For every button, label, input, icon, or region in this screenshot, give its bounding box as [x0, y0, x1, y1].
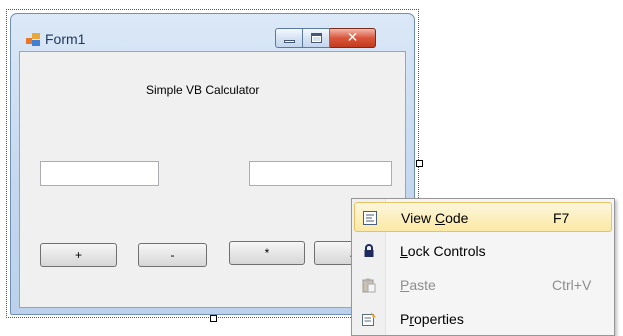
maximize-icon	[311, 33, 322, 43]
lock-icon	[364, 244, 374, 257]
menu-item-paste[interactable]: Paste Ctrl+V	[354, 270, 612, 300]
shortcut-paste: Ctrl+V	[552, 277, 592, 293]
subtract-button[interactable]: -	[138, 243, 207, 267]
resize-grip-bottom[interactable]	[210, 315, 217, 322]
menu-item-view-code[interactable]: View Code F7	[354, 202, 612, 232]
shortcut-view-code: F7	[553, 210, 570, 226]
close-button[interactable]: ✕	[330, 28, 376, 48]
resize-grip-right[interactable]	[416, 160, 423, 167]
properties-icon	[362, 312, 376, 326]
title-bar[interactable]: Form1 ✕	[11, 14, 414, 50]
menu-item-lock-controls[interactable]: Lock Controls	[354, 236, 612, 266]
paste-icon	[362, 278, 376, 293]
window-title: Form1	[45, 31, 86, 47]
form-client-area[interactable]: Simple VB Calculator + - * /	[19, 51, 406, 308]
calculator-heading: Simple VB Calculator	[146, 83, 260, 97]
minimize-icon	[284, 40, 295, 43]
maximize-button[interactable]	[303, 28, 330, 48]
close-icon: ✕	[346, 30, 359, 46]
context-menu: View Code F7 Lock Controls Paste Ctrl+V …	[351, 198, 615, 336]
first-number-textbox[interactable]	[40, 161, 159, 186]
menu-item-properties[interactable]: Properties	[354, 304, 612, 334]
multiply-button[interactable]: *	[229, 241, 305, 265]
minimize-button[interactable]	[275, 28, 303, 48]
view-code-icon	[363, 211, 377, 225]
add-button[interactable]: +	[40, 243, 117, 267]
second-number-textbox[interactable]	[249, 161, 392, 186]
form-icon	[26, 33, 40, 46]
